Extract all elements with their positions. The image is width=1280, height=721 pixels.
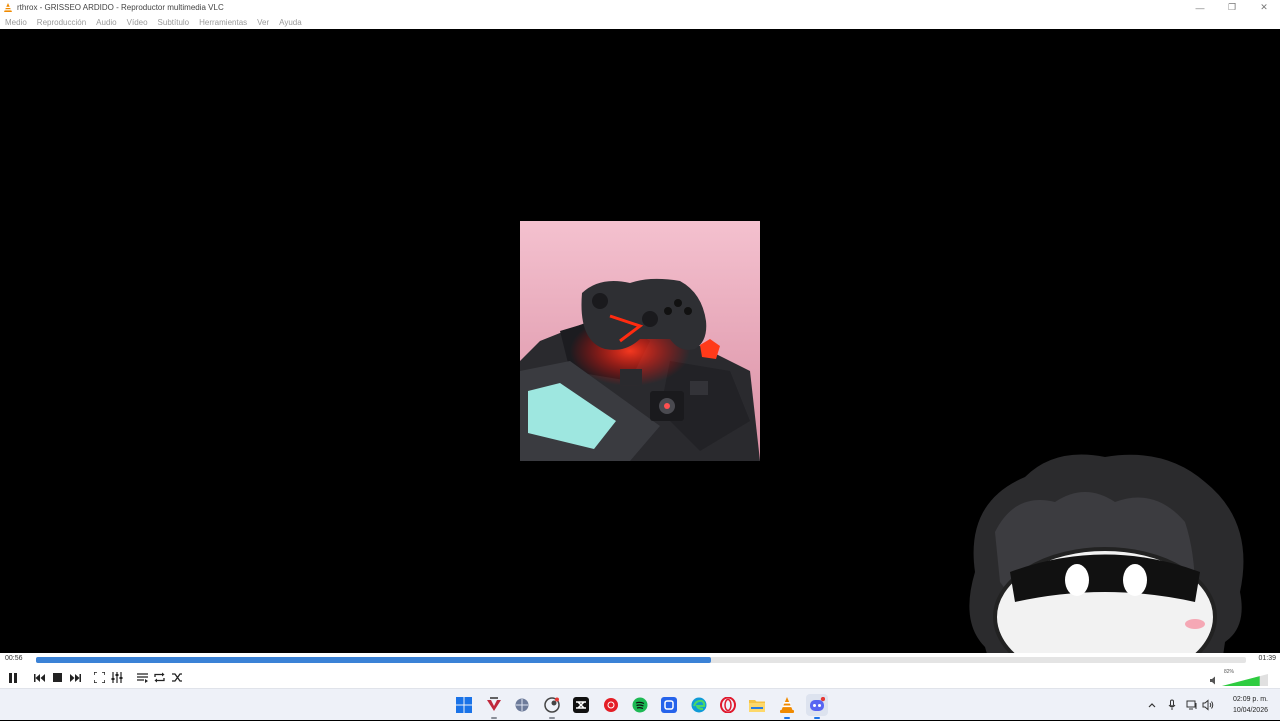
- loop-button[interactable]: [152, 670, 167, 685]
- fullscreen-button[interactable]: [92, 670, 107, 685]
- menu-herramientas[interactable]: Herramientas: [199, 18, 247, 27]
- speaker-icon: [1210, 676, 1215, 685]
- next-icon: [69, 673, 81, 682]
- loop-icon: [154, 672, 165, 683]
- taskbar-app-blue[interactable]: [658, 694, 680, 716]
- taskbar-app-file-explorer[interactable]: [746, 694, 768, 716]
- taskbar-app-discord[interactable]: [806, 694, 828, 719]
- taskbar-app-capcut[interactable]: [570, 694, 592, 716]
- menu-subtitulo[interactable]: Subtítulo: [158, 18, 190, 27]
- taskbar-app-edge[interactable]: [688, 694, 710, 716]
- window-title: rthrox - GRISSEO ARDIDO - Reproductor mu…: [17, 3, 224, 12]
- taskbar-app-youtube-music[interactable]: [600, 694, 622, 716]
- taskbar-app-globe[interactable]: [511, 694, 533, 716]
- pause-button[interactable]: [5, 670, 20, 685]
- menu-ver[interactable]: Ver: [257, 18, 269, 27]
- next-button[interactable]: [67, 670, 82, 685]
- clock-date: 10/04/2026: [1232, 707, 1268, 714]
- previous-button[interactable]: [32, 670, 47, 685]
- stop-button[interactable]: [50, 670, 65, 685]
- menu-reproduccion[interactable]: Reproducción: [37, 18, 86, 27]
- taskbar-app-vlc[interactable]: [776, 694, 798, 719]
- minimize-button[interactable]: —: [1184, 0, 1216, 15]
- stop-icon: [53, 673, 62, 682]
- file-explorer-icon: [749, 700, 765, 712]
- shuffle-icon: [172, 673, 182, 682]
- album-art-image: [520, 221, 760, 461]
- taskbar-app-steam[interactable]: [541, 694, 563, 719]
- video-area[interactable]: [0, 29, 1280, 653]
- elapsed-time: 00:56: [5, 655, 23, 662]
- volume-control[interactable]: 82%: [1210, 669, 1268, 687]
- title-bar: rthrox - GRISSEO ARDIDO - Reproductor mu…: [0, 0, 1280, 15]
- volume-slider[interactable]: [1222, 674, 1268, 686]
- capcut-icon: [573, 697, 589, 713]
- windows-start-icon: [456, 697, 472, 713]
- seek-bar-row: 00:56 01:39: [0, 653, 1280, 667]
- network-icon[interactable]: [1186, 699, 1198, 711]
- menu-bar: Medio Reproducción Audio Vídeo Subtítulo…: [0, 15, 1280, 29]
- taskbar-app-v[interactable]: [483, 694, 505, 719]
- app-blue-icon: [661, 697, 677, 713]
- app-globe-icon: [515, 698, 529, 712]
- system-clock[interactable]: 02:09 p. m. 10/04/2026: [1233, 694, 1268, 716]
- menu-audio[interactable]: Audio: [96, 18, 116, 27]
- shuffle-button[interactable]: [170, 670, 185, 685]
- mascot-character-overlay: [969, 454, 1244, 653]
- previous-icon: [33, 673, 45, 682]
- vlc-cone-icon: [4, 2, 12, 12]
- equalizer-icon: [111, 672, 122, 683]
- seek-progress-fill: [36, 657, 712, 663]
- clock-time: 02:09 p. m.: [1232, 696, 1268, 703]
- chevron-up-icon[interactable]: [1146, 699, 1158, 711]
- windows-taskbar: 02:09 p. m. 10/04/2026: [0, 688, 1280, 720]
- edge-icon: [691, 697, 707, 713]
- opera-icon: [720, 697, 736, 713]
- menu-video[interactable]: Vídeo: [127, 18, 148, 27]
- microphone-icon[interactable]: [1166, 699, 1178, 711]
- close-button[interactable]: ✕: [1248, 0, 1280, 15]
- volume-tray-icon[interactable]: [1202, 699, 1214, 711]
- maximize-button[interactable]: ❐: [1216, 0, 1248, 15]
- vlc-icon: [780, 697, 794, 713]
- total-time: 01:39: [1258, 655, 1276, 662]
- app-v-icon: [487, 697, 501, 711]
- youtube-music-icon: [604, 698, 618, 712]
- pause-icon: [8, 672, 17, 683]
- spotify-icon: [632, 697, 648, 713]
- taskbar-app-opera[interactable]: [717, 694, 739, 716]
- menu-ayuda[interactable]: Ayuda: [279, 18, 302, 27]
- start-button[interactable]: [453, 694, 475, 716]
- discord-icon: [810, 697, 825, 711]
- seek-slider[interactable]: [36, 657, 1246, 663]
- extended-settings-button[interactable]: [109, 670, 124, 685]
- playlist-icon: [137, 672, 148, 683]
- fullscreen-icon: [94, 672, 105, 683]
- menu-medio[interactable]: Medio: [5, 18, 27, 27]
- taskbar-app-spotify[interactable]: [629, 694, 651, 716]
- playback-controls: 82%: [0, 667, 1280, 688]
- playlist-button[interactable]: [135, 670, 150, 685]
- app-steam-icon: [544, 697, 560, 713]
